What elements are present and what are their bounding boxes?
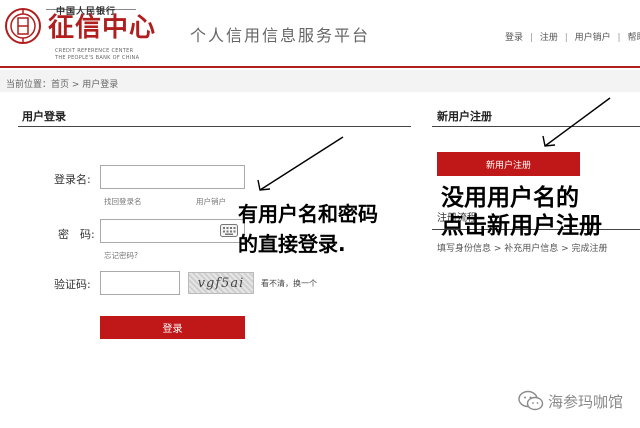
captcha-input[interactable]: [100, 271, 180, 295]
nav-login-link[interactable]: 登录: [505, 30, 523, 43]
forgot-password-link[interactable]: 忘记密码?: [104, 250, 138, 261]
arrow-head-register: [542, 135, 556, 147]
nav-help-link[interactable]: 帮助中心: [627, 30, 640, 43]
logo-main-text[interactable]: 征信中心: [48, 14, 156, 42]
header-divider: [0, 66, 640, 68]
login-section-title: 用户登录: [22, 110, 66, 123]
nav-separator: |: [529, 33, 533, 43]
register-steps: 填写身份信息 > 补充用户信息 > 完成注册: [437, 244, 608, 254]
annotation-login-line1: 有用户名和密码: [238, 202, 378, 226]
username-input[interactable]: [100, 165, 245, 189]
logo-english-line2: THE PEOPLE'S BANK OF CHINA: [55, 55, 140, 61]
arrow-to-login-form: [259, 136, 344, 191]
wechat-icon: [518, 390, 544, 411]
annotation-login-line2: 的直接登录.: [238, 232, 346, 256]
captcha-image[interactable]: vgf5ai: [188, 272, 254, 294]
top-nav: 登录 | 注册 | 用户销户 | 帮助中心: [505, 30, 640, 43]
breadcrumb: 当前位置：首页 > 用户登录: [6, 80, 119, 90]
password-label: 密 码:: [58, 228, 95, 241]
nav-separator: |: [564, 33, 568, 43]
logo-english-line1: CREDIT REFERENCE CENTER: [55, 48, 134, 54]
pboc-emblem-icon: [5, 8, 41, 44]
arrow-head-login: [257, 179, 271, 191]
find-username-link[interactable]: 找回登录名: [104, 196, 142, 207]
keyboard-icon[interactable]: [220, 224, 238, 237]
arrow-to-register-button: [544, 97, 611, 147]
nav-separator: |: [617, 33, 621, 43]
cancel-account-link[interactable]: 用户销户: [196, 196, 226, 207]
username-label: 登录名:: [54, 173, 91, 186]
register-section-divider: [432, 126, 640, 127]
nav-cancel-account-link[interactable]: 用户销户: [575, 30, 611, 43]
login-button[interactable]: 登录: [100, 316, 245, 339]
login-section-divider: [18, 126, 411, 127]
captcha-label: 验证码:: [54, 278, 91, 291]
refresh-captcha-link[interactable]: 看不清，换一个: [261, 278, 317, 289]
nav-register-link[interactable]: 注册: [540, 30, 558, 43]
new-user-register-button[interactable]: 新用户注册: [437, 152, 580, 176]
platform-title: 个人信用信息服务平台: [190, 26, 371, 45]
watermark-text: 海参玛咖馆: [548, 393, 624, 411]
register-section-title: 新用户注册: [437, 110, 492, 123]
annotation-register-line2: 点击新用户注册: [441, 213, 602, 239]
